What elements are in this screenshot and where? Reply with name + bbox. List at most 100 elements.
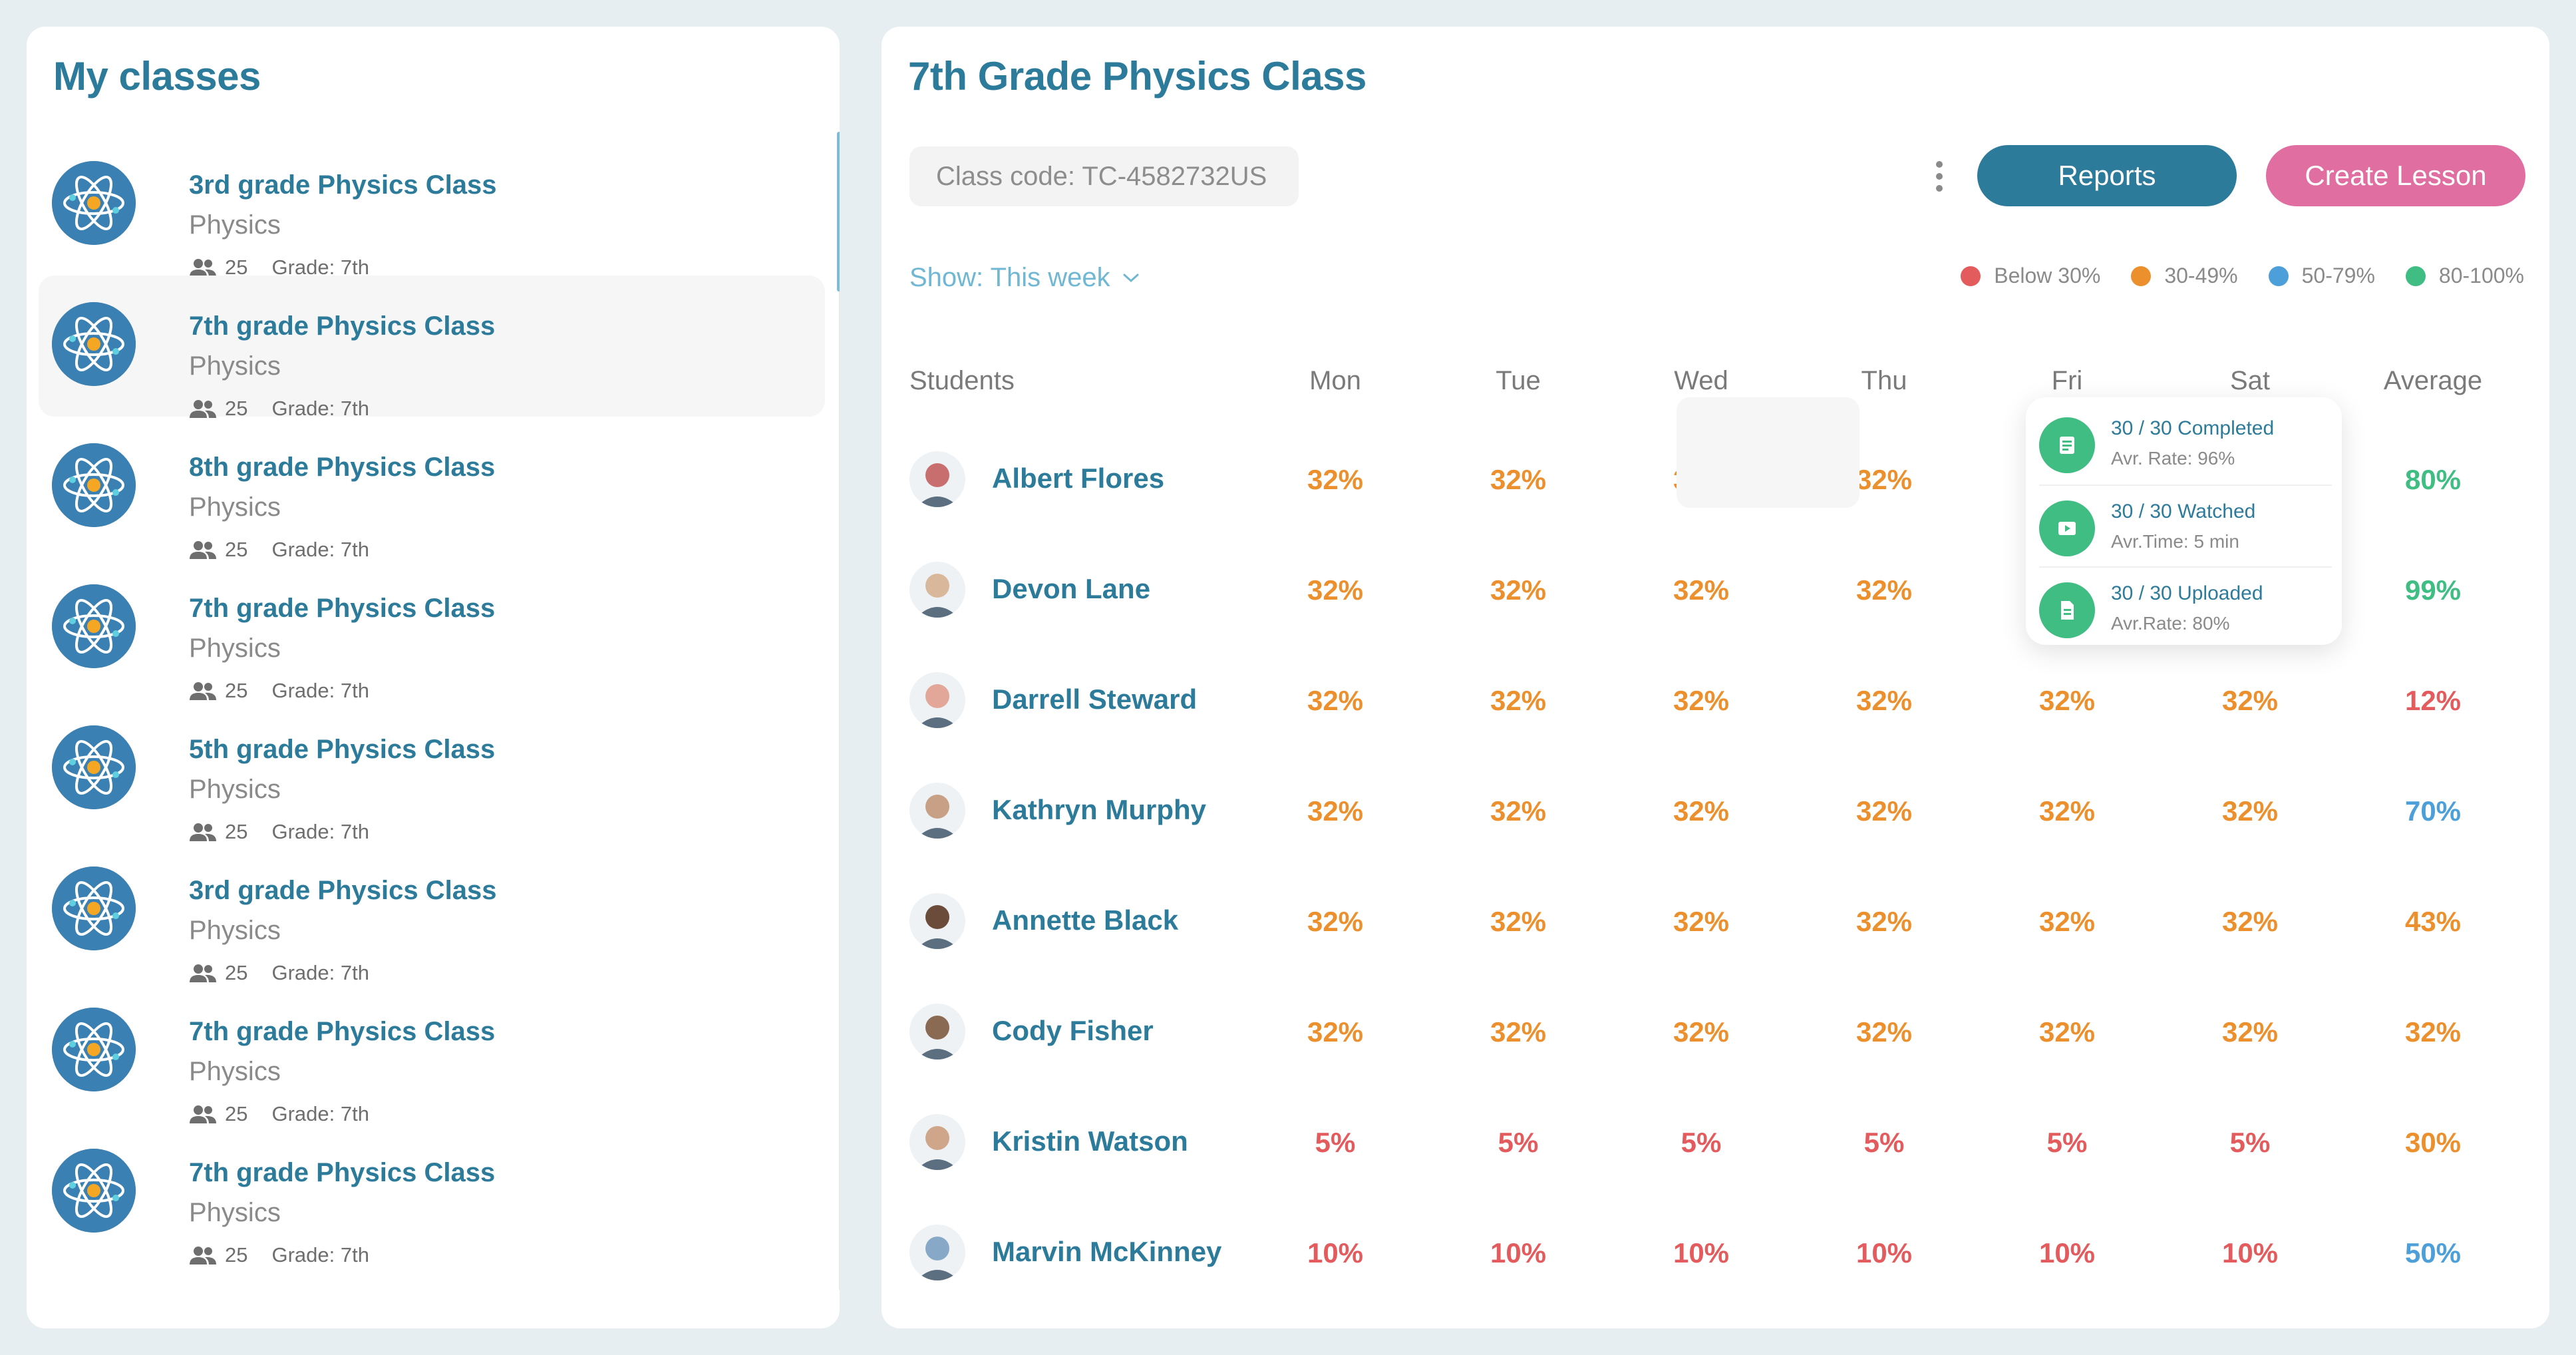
score-cell[interactable]: 32% [1490, 795, 1546, 827]
score-cell[interactable]: 5% [1864, 1127, 1905, 1159]
score-cell[interactable]: 43% [2405, 906, 2461, 938]
score-cell[interactable]: 99% [2405, 574, 2461, 606]
score-cell[interactable]: 32% [2405, 1016, 2461, 1048]
score-cell[interactable]: 10% [1490, 1237, 1546, 1269]
dot-icon [1936, 173, 1943, 180]
score-cell[interactable]: 5% [1498, 1127, 1539, 1159]
class-item[interactable]: 7th grade Physics Class Physics 25 Grade: 7… [39, 981, 825, 1125]
class-item[interactable]: 8th grade Physics Class Physics 25 Grade: 7… [39, 417, 825, 561]
score-cell[interactable]: 32% [1673, 906, 1729, 938]
table-row[interactable]: Cody Fisher 32% 32% 32% 32% 32% 32% 32% [909, 976, 2526, 1087]
student-name[interactable]: Marvin McKinney [992, 1236, 1221, 1268]
score-cell[interactable]: 32% [2039, 795, 2095, 827]
score-cell[interactable]: 32% [2222, 1016, 2278, 1048]
score-cell[interactable]: 32% [1490, 685, 1546, 717]
score-cell[interactable]: 32% [1856, 906, 1912, 938]
score-cell[interactable]: 32% [1490, 906, 1546, 938]
score-cell[interactable]: 32% [1673, 1016, 1729, 1048]
legend-item: Below 30% [1961, 264, 2100, 288]
document-icon [2061, 601, 2074, 620]
score-cell[interactable]: 32% [1307, 795, 1363, 827]
student-name[interactable]: Darrell Steward [992, 683, 1197, 715]
reports-button[interactable]: Reports [1977, 145, 2237, 206]
tooltip-subtitle: Avr.Time: 5 min [2111, 531, 2239, 552]
score-cell[interactable]: 32% [2039, 906, 2095, 938]
score-cell[interactable]: 80% [2405, 464, 2461, 496]
score-cell[interactable]: 32% [1490, 464, 1546, 496]
score-cell[interactable]: 32% [1307, 464, 1363, 496]
score-cell[interactable]: 32% [1856, 1016, 1912, 1048]
class-item[interactable]: 7th grade Physics Class Physics 25 Grade: 7… [39, 558, 825, 702]
score-cell[interactable]: 32% [2222, 906, 2278, 938]
table-row[interactable]: Annette Black 32% 32% 32% 32% 32% 32% 43% [909, 866, 2526, 976]
more-options-button[interactable] [1926, 153, 1953, 200]
class-code-field[interactable]: Class code: TC-4582732US [909, 146, 1299, 206]
score-cell[interactable]: 32% [1673, 574, 1729, 606]
class-item[interactable]: 3rd grade Physics Class Physics 25 Grade: 7… [39, 840, 825, 984]
class-item[interactable]: 5th grade Physics Class Physics 25 Grade: 7… [39, 699, 825, 843]
table-row[interactable]: Marvin McKinney 10% 10% 10% 10% 10% 10% 50% [909, 1197, 2526, 1308]
class-subject: Physics [189, 1198, 281, 1227]
score-cell[interactable]: 10% [1673, 1237, 1729, 1269]
atom-icon [52, 725, 136, 809]
score-cell[interactable]: 50% [2405, 1237, 2461, 1269]
score-cell[interactable]: 30% [2405, 1127, 2461, 1159]
score-cell[interactable]: 32% [1307, 906, 1363, 938]
atom-icon [52, 161, 136, 245]
create-lesson-button[interactable]: Create Lesson [2266, 145, 2525, 206]
student-name[interactable]: Annette Black [992, 904, 1178, 936]
table-row[interactable]: Kristin Watson 5% 5% 5% 5% 5% 5% 30% [909, 1087, 2526, 1197]
score-cell[interactable]: 32% [2222, 685, 2278, 717]
atom-icon [52, 584, 136, 668]
table-row[interactable]: Kathryn Murphy 32% 32% 32% 32% 32% 32% 70% [909, 755, 2526, 866]
student-name[interactable]: Kristin Watson [992, 1125, 1188, 1157]
score-cell[interactable]: 12% [2405, 685, 2461, 717]
score-cell[interactable]: 32% [1856, 464, 1912, 496]
score-cell[interactable]: 10% [2039, 1237, 2095, 1269]
class-name: 7th grade Physics Class [189, 1017, 496, 1046]
student-name[interactable]: Albert Flores [992, 463, 1164, 494]
score-cell[interactable]: 32% [2222, 795, 2278, 827]
student-name[interactable]: Cody Fisher [992, 1015, 1154, 1047]
score-cell[interactable]: 32% [1490, 574, 1546, 606]
score-cell[interactable]: 10% [2222, 1237, 2278, 1269]
class-item[interactable]: 7th grade Physics Class Physics 25 Grade: 7… [39, 1122, 825, 1266]
show-filter-dropdown[interactable]: Show: This week [909, 263, 1140, 293]
score-cell[interactable]: 5% [2230, 1127, 2271, 1159]
class-grade: Grade: 7th [271, 1243, 369, 1266]
class-name: 3rd grade Physics Class [189, 876, 497, 905]
student-name[interactable]: Kathryn Murphy [992, 794, 1206, 826]
day-stats-tooltip: 30 / 30 Completed Avr. Rate: 96% 30 / 30 W… [2026, 397, 2342, 645]
score-cell[interactable]: 5% [2047, 1127, 2088, 1159]
score-cell[interactable]: 32% [1673, 685, 1729, 717]
score-cell[interactable]: 70% [2405, 795, 2461, 827]
score-cell[interactable]: 32% [2039, 685, 2095, 717]
avatar [909, 893, 965, 949]
atom-icon [52, 1008, 136, 1091]
score-cell[interactable]: 32% [1307, 1016, 1363, 1048]
classes-title: My classes [53, 54, 261, 98]
score-cell[interactable]: 32% [1856, 685, 1912, 717]
score-cell[interactable]: 32% [1490, 1016, 1546, 1048]
score-cell[interactable]: 5% [1681, 1127, 1722, 1159]
score-cell[interactable]: 32% [1673, 795, 1729, 827]
score-cell[interactable]: 10% [1307, 1237, 1363, 1269]
class-item[interactable]: 3rd grade Physics Class Physics 25 Grade: 7… [39, 134, 825, 279]
score-cell[interactable]: 32% [1856, 574, 1912, 606]
legend-label: Below 30% [1994, 264, 2101, 288]
show-filter-label: Show: This week [909, 263, 1110, 292]
score-cell[interactable]: 32% [1307, 685, 1363, 717]
student-name[interactable]: Devon Lane [992, 573, 1150, 605]
score-cell[interactable]: 32% [1307, 574, 1363, 606]
tooltip-icon [2039, 500, 2095, 556]
avatar [909, 1004, 965, 1060]
score-cell[interactable]: 10% [1856, 1237, 1912, 1269]
class-subject: Physics [189, 492, 281, 522]
score-cell[interactable]: 32% [2039, 1016, 2095, 1048]
score-cell[interactable]: 32% [1856, 795, 1912, 827]
people-icon [190, 1247, 216, 1264]
score-cell[interactable]: 5% [1315, 1127, 1356, 1159]
dot-icon [1936, 185, 1943, 192]
class-item[interactable]: 7th grade Physics Class Physics 25 Grade: 7… [39, 276, 825, 420]
table-row[interactable]: Darrell Steward 32% 32% 32% 32% 32% 32% 12% [909, 645, 2526, 755]
